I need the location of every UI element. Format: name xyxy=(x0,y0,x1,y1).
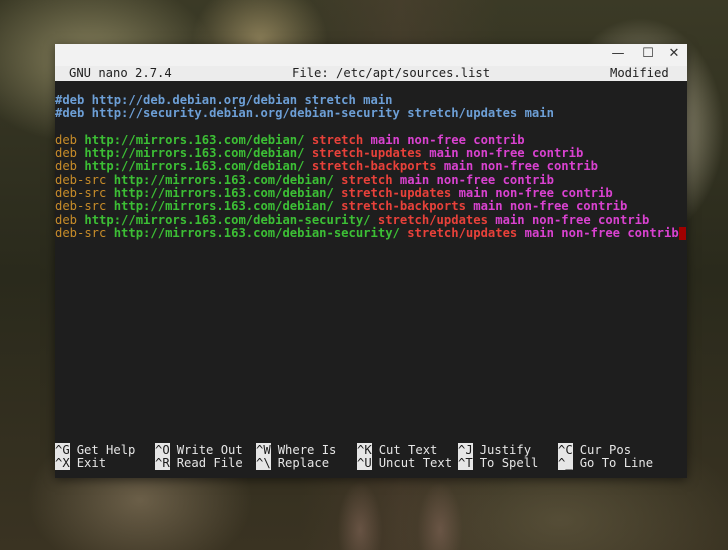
shortcut-label: Replace xyxy=(277,456,330,471)
shortcut-key: ^K xyxy=(357,443,372,457)
shortcut-uncut-text[interactable]: ^U Uncut Text xyxy=(357,456,453,471)
components: main non-free contrib xyxy=(458,186,613,201)
modified-status: Modified xyxy=(610,66,669,80)
source-type: deb-src xyxy=(55,199,114,214)
source-type: deb xyxy=(55,132,85,147)
shortcut-key: ^G xyxy=(55,443,70,457)
editor-area[interactable]: #deb http://deb.debian.org/debian stretc… xyxy=(55,93,687,394)
shortcut-cur-pos[interactable]: ^C Cur Pos xyxy=(558,443,632,457)
components: main non-free contrib xyxy=(473,199,628,214)
maximize-icon[interactable]: ☐ xyxy=(640,46,656,62)
components: main non-free contrib xyxy=(370,132,525,147)
shortcut-key: ^T xyxy=(458,456,473,471)
editor-line[interactable]: deb-src http://mirrors.163.com/debian/ s… xyxy=(55,186,687,201)
shortcut-label: Exit xyxy=(76,456,107,471)
shortcut-key: ^X xyxy=(55,456,70,471)
shortcut-key: ^R xyxy=(155,456,170,471)
editor-line[interactable] xyxy=(55,121,687,134)
shortcut-key: ^_ xyxy=(558,456,573,471)
shortcut-justify[interactable]: ^J Justify xyxy=(458,443,532,457)
shortcut-key: ^\ xyxy=(256,456,271,471)
distribution: stretch/updates xyxy=(407,225,525,240)
title-bar[interactable]: — ☐ ✕ xyxy=(55,44,687,66)
shortcut-go-to-line[interactable]: ^_ Go To Line xyxy=(558,456,654,471)
shortcut-label: Where Is xyxy=(277,443,337,457)
mirror-url: http://mirrors.163.com/debian/ xyxy=(84,132,312,147)
distribution: stretch-backports xyxy=(311,159,444,174)
editor-line[interactable]: deb-src http://mirrors.163.com/debian/ s… xyxy=(55,172,687,187)
shortcut-get-help[interactable]: ^G Get Help xyxy=(55,443,136,457)
shortcut-read-file[interactable]: ^R Read File xyxy=(155,456,243,471)
editor-line[interactable]: deb-src http://mirrors.163.com/debian/ s… xyxy=(55,200,687,213)
file-name: File: /etc/apt/sources.list xyxy=(292,66,491,80)
mirror-url: http://mirrors.163.com/debian/ xyxy=(113,199,342,214)
shortcut-cut-text[interactable]: ^K Cut Text xyxy=(357,443,438,457)
shortcut-label: Cur Pos xyxy=(579,443,632,457)
comment-text: #deb http://deb.debian.org/debian stretc… xyxy=(55,93,393,107)
source-type: deb-src xyxy=(55,225,114,240)
mirror-url: http://mirrors.163.com/debian/ xyxy=(84,159,312,174)
mirror-url: http://mirrors.163.com/debian/ xyxy=(113,186,342,201)
source-type: deb xyxy=(55,146,85,161)
app-version: GNU nano 2.7.4 xyxy=(69,66,172,80)
components: main non-free contrib xyxy=(495,212,650,227)
distribution: stretch xyxy=(341,172,400,187)
editor-line[interactable]: #deb http://security.debian.org/debian-s… xyxy=(55,107,687,120)
shortcut-label: Write Out xyxy=(176,443,243,457)
mirror-url: http://mirrors.163.com/debian/ xyxy=(113,172,342,187)
distribution: stretch-updates xyxy=(341,186,459,201)
shortcut-label: Cut Text xyxy=(378,443,438,457)
text-cursor xyxy=(678,226,686,240)
source-type: deb-src xyxy=(55,172,114,187)
shortcut-where-is[interactable]: ^W Where Is xyxy=(256,443,337,457)
shortcut-key: ^J xyxy=(458,443,473,457)
shortcut-label: Read File xyxy=(176,456,243,471)
shortcut-label: Uncut Text xyxy=(378,456,453,471)
terminal-window[interactable]: — ☐ ✕ GNU nano 2.7.4 File: /etc/apt/sour… xyxy=(55,44,687,478)
close-icon[interactable]: ✕ xyxy=(666,46,682,62)
shortcut-label: Justify xyxy=(479,443,532,457)
shortcut-exit[interactable]: ^X Exit xyxy=(55,456,107,471)
shortcut-key: ^W xyxy=(256,443,271,457)
distribution: stretch-backports xyxy=(341,199,474,214)
shortcut-label: To Spell xyxy=(479,456,539,471)
shortcut-bar: ^G Get Help ^O Write Out ^W Where Is ^K Cut Tex… xyxy=(55,443,687,472)
shortcut-key: ^U xyxy=(357,456,372,471)
source-type: deb xyxy=(55,212,85,227)
distribution: stretch-updates xyxy=(311,146,430,161)
source-type: deb-src xyxy=(55,186,114,201)
source-type: deb xyxy=(55,159,85,174)
shortcut-to-spell[interactable]: ^T To Spell xyxy=(458,456,539,471)
mirror-url: http://mirrors.163.com/debian-security/ xyxy=(84,212,378,227)
components: main non-free contrib xyxy=(443,159,598,174)
shortcut-write-out[interactable]: ^O Write Out xyxy=(155,443,243,457)
shortcut-label: Go To Line xyxy=(579,456,654,471)
background-legs xyxy=(330,475,480,550)
mirror-url: http://mirrors.163.com/debian/ xyxy=(84,146,312,161)
minimize-icon[interactable]: — xyxy=(610,46,626,62)
shortcut-key: ^C xyxy=(558,443,573,457)
comment-text: #deb http://security.debian.org/debian-s… xyxy=(55,106,554,121)
shortcut-replace[interactable]: ^\ Replace xyxy=(256,456,330,471)
shortcut-key: ^O xyxy=(155,443,170,457)
editor-line[interactable]: deb http://mirrors.163.com/debian/ stret… xyxy=(55,160,687,173)
editor-line[interactable]: deb http://mirrors.163.com/debian/ stret… xyxy=(55,132,687,147)
distribution: stretch xyxy=(311,132,371,147)
editor-line[interactable]: #deb http://deb.debian.org/debian stretc… xyxy=(55,93,687,107)
mirror-url: http://mirrors.163.com/debian-security/ xyxy=(113,225,408,240)
nano-header: GNU nano 2.7.4 File: /etc/apt/sources.li… xyxy=(55,66,687,81)
editor-line[interactable]: deb-src http://mirrors.163.com/debian-se… xyxy=(55,225,687,240)
editor-line[interactable]: deb http://mirrors.163.com/debian-securi… xyxy=(55,212,687,227)
distribution: stretch/updates xyxy=(377,212,496,227)
components: main non-free contrib xyxy=(429,146,584,161)
components: main non-free contrib xyxy=(524,225,679,240)
components: main non-free contrib xyxy=(399,172,554,187)
shortcut-label: Get Help xyxy=(76,443,136,457)
editor-line[interactable]: deb http://mirrors.163.com/debian/ stret… xyxy=(55,147,687,160)
